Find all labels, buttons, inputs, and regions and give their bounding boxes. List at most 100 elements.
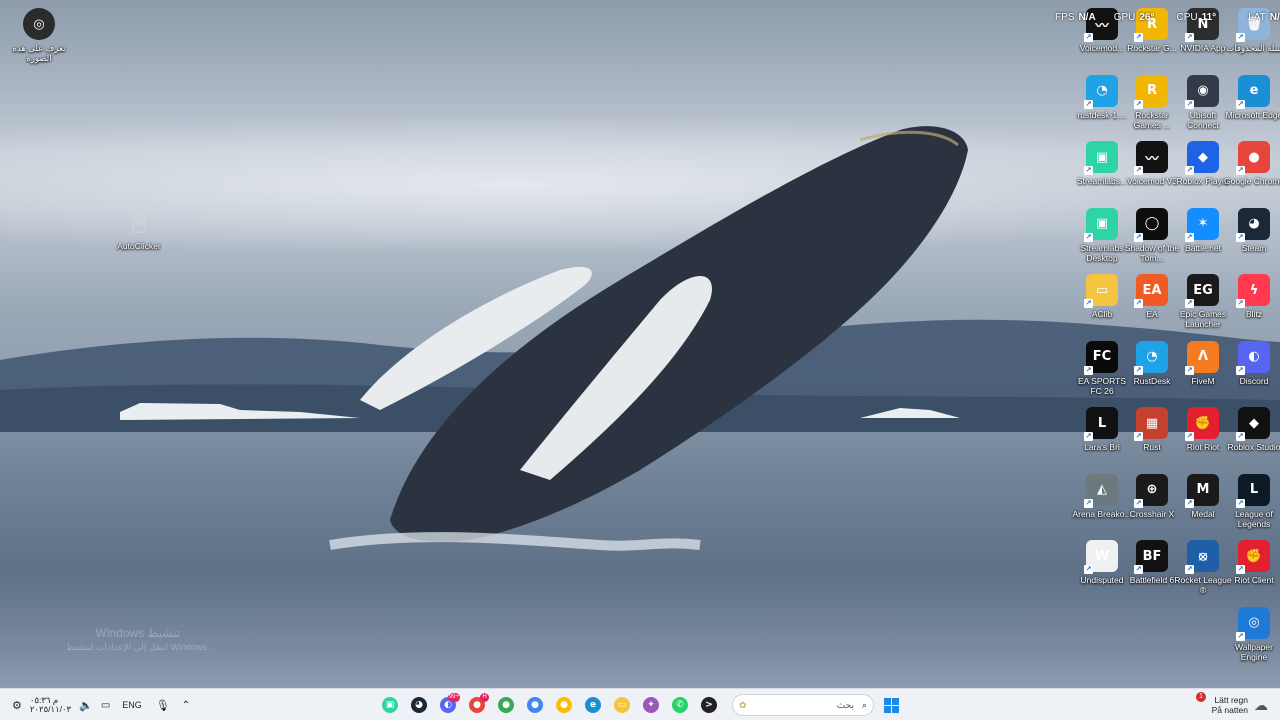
desktop-icon-learn-about-picture[interactable]: ◎ تعرف على هذه الصورة (11, 8, 67, 63)
app-icon: EA ↗ (1134, 274, 1168, 308)
edge-icon: e (585, 697, 601, 713)
desktop-icon-label: Riot Client (1234, 575, 1274, 585)
app-icon: ◆ ↗ (1185, 141, 1219, 175)
shortcut-arrow-icon: ↗ (1084, 99, 1093, 109)
language-indicator[interactable]: ENG (122, 700, 142, 710)
desktop-icon[interactable]: ◉ ↗ Ubisoft Connect (1175, 74, 1231, 130)
desktop-icon[interactable]: ⦻ ↗ Rocket League ® (1174, 540, 1232, 595)
watermark-line1: Windows تنشيط (95, 626, 181, 640)
shortcut-arrow-icon: ↗ (1134, 99, 1143, 109)
desktop-icon-autoclicker[interactable]: 🖱 AutoClicker (111, 206, 167, 252)
desktop-icon[interactable]: BF ↗ Battlefield 6 (1124, 540, 1180, 585)
desktop-icon[interactable]: EG ↗ Epic Games Launcher (1175, 274, 1231, 329)
desktop-icon[interactable]: EA ↗ EA (1124, 274, 1180, 319)
cpu-value: 11° (1201, 12, 1217, 23)
app-icon: ◐ ↗ (1236, 340, 1270, 375)
chrome-2-icon: ● (498, 697, 514, 713)
desktop-icon[interactable]: ✊ ↗ Riot Riot (1175, 407, 1231, 452)
desktop-icon[interactable]: ◯ ↗ Shadow of the Tom... (1124, 207, 1180, 263)
shortcut-arrow-icon: ↗ (1236, 565, 1245, 574)
desktop-icon[interactable]: ◔ ↗ RustDesk (1124, 340, 1180, 386)
app-icon: ✊ ↗ (1185, 407, 1219, 441)
terminal-icon: > (701, 697, 717, 713)
desktop-icon[interactable]: ● ↗ Google Chrome (1224, 141, 1280, 186)
fps-label: FPS (1055, 12, 1075, 23)
app-icon: ▭ ↗ (1084, 274, 1118, 308)
desktop-icon-label: تعرف على هذه الصورة (12, 43, 66, 63)
lat-value: N/A (1269, 12, 1280, 23)
desktop-icon[interactable]: ✊ ↗ Riot Client (1226, 540, 1280, 585)
shortcut-arrow-icon: ↗ (1236, 631, 1245, 641)
desktop-icon[interactable]: 〰 ↗ Voicemod V3 (1124, 141, 1180, 186)
app-icon: ✶ ↗ (1185, 207, 1219, 242)
taskbar-app-chrome-2[interactable]: ● (494, 693, 518, 717)
lat-label: LAT (1248, 12, 1266, 23)
desktop-icon[interactable]: ◆ ↗ Roblox Player (1175, 141, 1231, 186)
network-icon[interactable]: ▭ (101, 700, 110, 711)
gpu-label: GPU (1113, 12, 1136, 23)
desktop-icon[interactable]: e ↗ Microsoft Edge (1226, 74, 1280, 120)
desktop-icon-label: Google Chrome (1224, 176, 1280, 186)
app-icon: ⦻ ↗ (1185, 540, 1219, 574)
taskbar-app-file-explorer[interactable]: ▭ (610, 693, 634, 717)
desktop-icon[interactable]: ◕ ↗ Steam (1226, 207, 1280, 253)
shortcut-arrow-icon: ↗ (1084, 299, 1093, 308)
app-icon: M ↗ (1185, 473, 1219, 508)
taskbar-app-steam[interactable]: ◕ (407, 693, 431, 717)
chrome-4-icon: ● (556, 697, 572, 713)
shortcut-arrow-icon: ↗ (1134, 232, 1143, 242)
taskbar-app-discord[interactable]: ◐ 99+ (436, 693, 460, 717)
desktop-icon[interactable]: M ↗ Medal (1175, 473, 1231, 519)
desktop-icon[interactable]: R ↗ Rockstar Games ... (1124, 74, 1180, 130)
desktop-icon[interactable]: ✶ ↗ Battle.net (1175, 207, 1231, 253)
search-highlight-icon: ✿ (739, 699, 747, 710)
steam-icon: ◕ (411, 697, 427, 713)
start-button[interactable] (879, 693, 903, 717)
taskbar-app-whatsapp[interactable]: ✆ (668, 693, 692, 717)
shortcut-arrow-icon: ↗ (1185, 498, 1194, 508)
taskbar-app-terminal[interactable]: > (697, 693, 721, 717)
desktop-icon[interactable]: ◆ ↗ Roblox Studio (1226, 407, 1280, 452)
volume-icon[interactable]: 🔈 (79, 699, 93, 712)
taskbar-app-streamlabs[interactable]: ▣ (378, 693, 402, 717)
taskbar-app-copilot[interactable]: ✦ (639, 693, 663, 717)
app-icon: W ↗ (1084, 540, 1118, 574)
desktop-icon[interactable]: ⊕ ↗ Crosshair X (1124, 473, 1180, 519)
shortcut-arrow-icon: ↗ (1236, 33, 1245, 42)
desktop-icon[interactable]: Ʌ ↗ FiveM (1175, 340, 1231, 386)
app-icon: ◭ ↗ (1084, 473, 1118, 508)
app-icon: BF ↗ (1134, 540, 1168, 574)
app-icon: ▣ ↗ (1084, 207, 1118, 242)
desktop-icon-label: League of Legends (1235, 508, 1273, 529)
app-icon: ◯ ↗ (1134, 207, 1168, 242)
weather-widget[interactable]: Lätt regn På natten (1212, 695, 1248, 715)
chevron-up-icon[interactable]: ⌃ (182, 700, 190, 711)
desktop-icon[interactable]: ϟ ↗ Blitz (1226, 274, 1280, 319)
desktop-icon[interactable]: ◎ ↗ Wallpaper Engine (1226, 606, 1280, 662)
shortcut-arrow-icon: ↗ (1084, 565, 1093, 574)
taskbar-search-box[interactable]: ✿ بحث ⌕ (732, 694, 874, 716)
rain-cloud-icon[interactable]: ☁ (1254, 697, 1268, 714)
notification-settings-icon[interactable]: ⚙ (12, 699, 22, 712)
taskbar-right: Lätt regn På natten ☁ 1 (1196, 689, 1268, 720)
microphone-icon[interactable]: 🎙 (156, 699, 170, 712)
desktop-icon[interactable]: L ↗ League of Legends (1226, 473, 1280, 529)
taskbar-app-edge[interactable]: e (581, 693, 605, 717)
clock[interactable]: م ٠٥:٣٦ ٢٠٢٥/١١/٠٣ (30, 696, 71, 714)
app-icon: ◆ ↗ (1236, 407, 1270, 441)
weather-time: På natten (1211, 705, 1248, 715)
activation-watermark: Windows تنشيط انتقل إلى الإعدادات لتنشيط… (66, 626, 210, 654)
desktop-icon[interactable]: ◐ ↗ Discord (1226, 340, 1280, 386)
shortcut-arrow-icon: ↗ (1236, 432, 1245, 441)
taskbar-app-chrome-3[interactable]: ● (523, 693, 547, 717)
taskbar-app-chrome-1[interactable]: ● H (465, 693, 489, 717)
taskbar-app-chrome-4[interactable]: ● (552, 693, 576, 717)
shortcut-arrow-icon: ↗ (1084, 232, 1093, 242)
mouse-icon: 🖱 (132, 209, 146, 235)
desktop-icon[interactable]: FC ↗ EA SPORTS FC 26 (1074, 340, 1130, 396)
shortcut-arrow-icon: ↗ (1185, 565, 1194, 574)
app-icon: ✊ ↗ (1236, 540, 1270, 574)
streamlabs-icon: ▣ (382, 697, 398, 713)
desktop-icon[interactable]: ▦ ↗ Rust (1124, 407, 1180, 452)
performance-overlay: FPS N/A GPU 26° CPU 11° LAT N/A (1055, 12, 1280, 23)
